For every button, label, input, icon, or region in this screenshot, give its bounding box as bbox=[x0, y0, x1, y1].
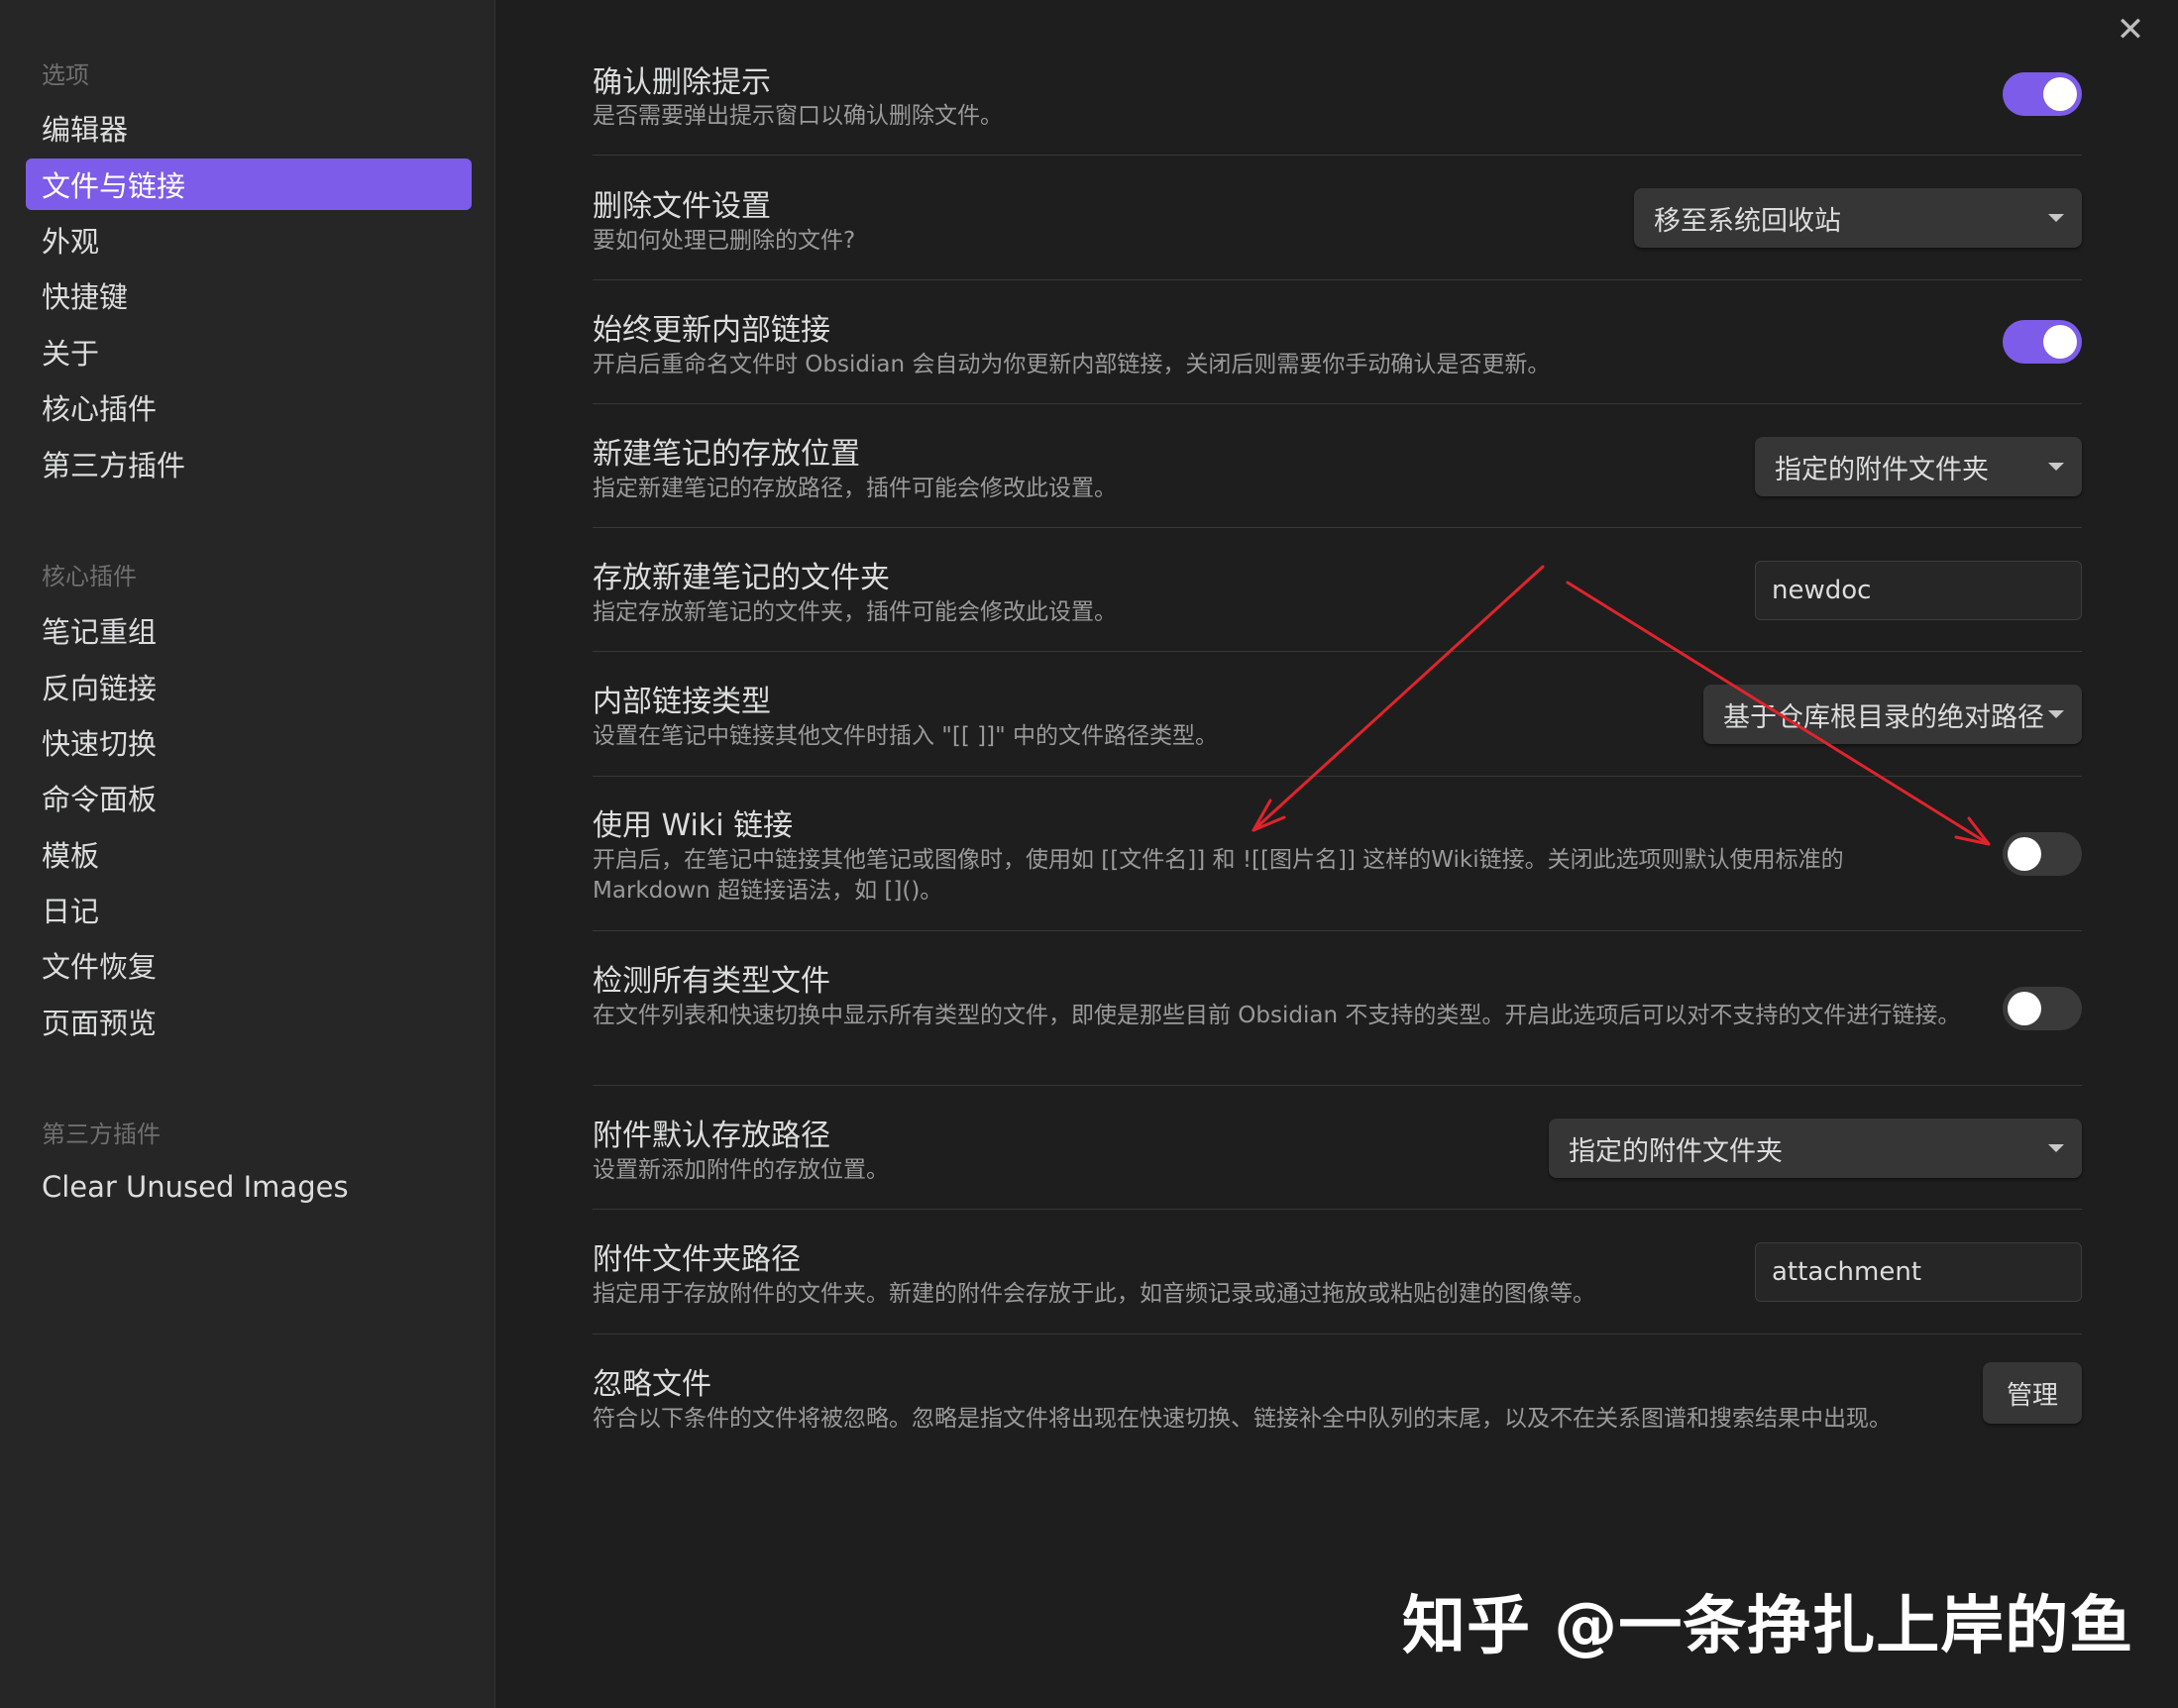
sidebar-item-appearance[interactable]: 外观 bbox=[26, 214, 472, 266]
chevron-down-icon bbox=[2048, 214, 2064, 222]
sidebar-item-daily-notes[interactable]: 日记 bbox=[26, 884, 472, 935]
sidebar-item-note-composer[interactable]: 笔记重组 bbox=[26, 604, 472, 656]
setting-excluded-files: 忽略文件 符合以下条件的文件将被忽略。忽略是指文件将出现在快速切换、链接补全中队… bbox=[593, 1334, 2082, 1458]
sidebar-item-hotkeys[interactable]: 快捷键 bbox=[26, 269, 472, 321]
sidebar-item-page-preview[interactable]: 页面预览 bbox=[26, 996, 472, 1047]
new-note-folder-input[interactable]: newdoc bbox=[1755, 561, 2082, 620]
setting-new-note-folder: 存放新建笔记的文件夹 指定存放新笔记的文件夹，插件可能会修改此设置。 newdo… bbox=[593, 528, 2082, 652]
sidebar-item-backlinks[interactable]: 反向链接 bbox=[26, 661, 472, 712]
setting-wiki-links: 使用 Wiki 链接 开启后，在笔记中链接其他笔记或图像时，使用如 [[文件名]… bbox=[593, 777, 2082, 931]
setting-name: 附件默认存放路径 bbox=[593, 1119, 830, 1153]
setting-name: 确认删除提示 bbox=[593, 65, 771, 100]
setting-name: 始终更新内部链接 bbox=[593, 313, 830, 348]
setting-description: 符合以下条件的文件将被忽略。忽略是指文件将出现在快速切换、链接补全中队列的末尾，… bbox=[593, 1406, 1892, 1432]
setting-attachment-location: 附件默认存放路径 设置新添加附件的存放位置。 指定的附件文件夹 bbox=[593, 1086, 2082, 1210]
settings-sidebar: 选项 编辑器 文件与链接 外观 快捷键 关于 核心插件 第三方插件 核心插件 笔… bbox=[0, 0, 495, 1708]
dropdown-value: 指定的附件文件夹 bbox=[1569, 1135, 1783, 1167]
sidebar-item-quick-switcher[interactable]: 快速切换 bbox=[26, 716, 472, 768]
dropdown-value: 基于仓库根目录的绝对路径 bbox=[1723, 701, 2044, 733]
chevron-down-icon bbox=[2048, 1144, 2064, 1152]
detect-all-extensions-toggle[interactable] bbox=[2003, 987, 2082, 1030]
setting-description: 指定存放新笔记的文件夹，插件可能会修改此设置。 bbox=[593, 599, 1117, 625]
attachment-folder-input[interactable]: attachment bbox=[1755, 1242, 2082, 1302]
sidebar-item-command-palette[interactable]: 命令面板 bbox=[26, 772, 472, 823]
close-icon[interactable]: ✕ bbox=[2111, 10, 2150, 50]
setting-name: 删除文件设置 bbox=[593, 189, 771, 224]
chevron-down-icon bbox=[2048, 710, 2064, 718]
wiki-links-toggle[interactable] bbox=[2003, 832, 2082, 876]
settings-content: ✕ 确认删除提示 是否需要弹出提示窗口以确认删除文件。 删除文件设置 要如何处理… bbox=[495, 0, 2178, 1708]
setting-name: 检测所有类型文件 bbox=[593, 964, 830, 999]
settings-window: 选项 编辑器 文件与链接 外观 快捷键 关于 核心插件 第三方插件 核心插件 笔… bbox=[0, 0, 2178, 1708]
new-note-location-dropdown[interactable]: 指定的附件文件夹 bbox=[1755, 437, 2082, 496]
setting-description: 指定用于存放附件的文件夹。新建的附件会存放于此，如音频记录或通过拖放或粘贴创建的… bbox=[593, 1281, 1595, 1307]
setting-name: 附件文件夹路径 bbox=[593, 1242, 801, 1277]
setting-name: 存放新建笔记的文件夹 bbox=[593, 561, 890, 595]
sidebar-item-third-party-plugins[interactable]: 第三方插件 bbox=[26, 438, 472, 489]
sidebar-item-files-links[interactable]: 文件与链接 bbox=[26, 159, 472, 210]
setting-link-format: 内部链接类型 设置在笔记中链接其他文件时插入 "[[ ]]" 中的文件路径类型。… bbox=[593, 652, 2082, 777]
setting-confirm-delete: 确认删除提示 是否需要弹出提示窗口以确认删除文件。 bbox=[593, 50, 2082, 156]
setting-description: 设置新添加附件的存放位置。 bbox=[593, 1157, 889, 1183]
sidebar-item-core-plugins[interactable]: 核心插件 bbox=[26, 381, 472, 433]
setting-attachment-folder: 附件文件夹路径 指定用于存放附件的文件夹。新建的附件会存放于此，如音频记录或通过… bbox=[593, 1210, 2082, 1334]
sidebar-item-editor[interactable]: 编辑器 bbox=[26, 102, 472, 154]
setting-description: 设置在笔记中链接其他文件时插入 "[[ ]]" 中的文件路径类型。 bbox=[593, 723, 1218, 749]
link-format-dropdown[interactable]: 基于仓库根目录的绝对路径 bbox=[1703, 685, 2082, 744]
confirm-delete-toggle[interactable] bbox=[2003, 72, 2082, 116]
dropdown-value: 指定的附件文件夹 bbox=[1775, 454, 1989, 485]
dropdown-value: 移至系统回收站 bbox=[1654, 205, 1841, 237]
attachment-location-dropdown[interactable]: 指定的附件文件夹 bbox=[1549, 1119, 2082, 1178]
setting-description: 指定新建笔记的存放路径，插件可能会修改此设置。 bbox=[593, 476, 1117, 501]
setting-name: 使用 Wiki 链接 bbox=[593, 808, 794, 843]
setting-detect-all-extensions: 检测所有类型文件 在文件列表和快速切换中显示所有类型的文件，即使是那些目前 Ob… bbox=[593, 931, 2082, 1086]
sidebar-item-clear-unused-images[interactable]: Clear Unused Images bbox=[26, 1161, 472, 1213]
sidebar-item-about[interactable]: 关于 bbox=[26, 326, 472, 377]
toggle-knob bbox=[2043, 77, 2077, 111]
toggle-knob bbox=[2008, 837, 2041, 871]
watermark: 知乎 @一条挣扎上岸的鱼 bbox=[1402, 1590, 2134, 1663]
setting-name: 新建笔记的存放位置 bbox=[593, 437, 860, 472]
setting-description: 是否需要弹出提示窗口以确认删除文件。 bbox=[593, 103, 1003, 129]
setting-deleted-files: 删除文件设置 要如何处理已删除的文件? 移至系统回收站 bbox=[593, 156, 2082, 280]
auto-update-links-toggle[interactable] bbox=[2003, 320, 2082, 364]
sidebar-section-third-party: 第三方插件 bbox=[42, 1121, 161, 1148]
toggle-knob bbox=[2008, 992, 2041, 1025]
sidebar-item-templates[interactable]: 模板 bbox=[26, 828, 472, 880]
setting-name: 忽略文件 bbox=[593, 1367, 711, 1402]
sidebar-section-options: 选项 bbox=[42, 61, 89, 89]
setting-description: 要如何处理已删除的文件? bbox=[593, 228, 856, 254]
chevron-down-icon bbox=[2048, 463, 2064, 471]
toggle-knob bbox=[2043, 325, 2077, 359]
setting-description: 在文件列表和快速切换中显示所有类型的文件，即使是那些目前 Obsidian 不支… bbox=[593, 1003, 1961, 1028]
setting-description: 开启后，在笔记中链接其他笔记或图像时，使用如 [[文件名]] 和 ![[图片名]… bbox=[593, 847, 1844, 904]
sidebar-section-core-plugins: 核心插件 bbox=[42, 563, 137, 590]
sidebar-item-file-recovery[interactable]: 文件恢复 bbox=[26, 939, 472, 991]
setting-name: 内部链接类型 bbox=[593, 685, 771, 719]
setting-new-note-location: 新建笔记的存放位置 指定新建笔记的存放路径，插件可能会修改此设置。 指定的附件文… bbox=[593, 404, 2082, 528]
deleted-files-dropdown[interactable]: 移至系统回收站 bbox=[1634, 188, 2082, 248]
manage-excluded-files-button[interactable]: 管理 bbox=[1983, 1362, 2082, 1424]
setting-auto-update-links: 始终更新内部链接 开启后重命名文件时 Obsidian 会自动为你更新内部链接，… bbox=[593, 280, 2082, 404]
setting-description: 开启后重命名文件时 Obsidian 会自动为你更新内部链接，关闭后则需要你手动… bbox=[593, 352, 1551, 377]
